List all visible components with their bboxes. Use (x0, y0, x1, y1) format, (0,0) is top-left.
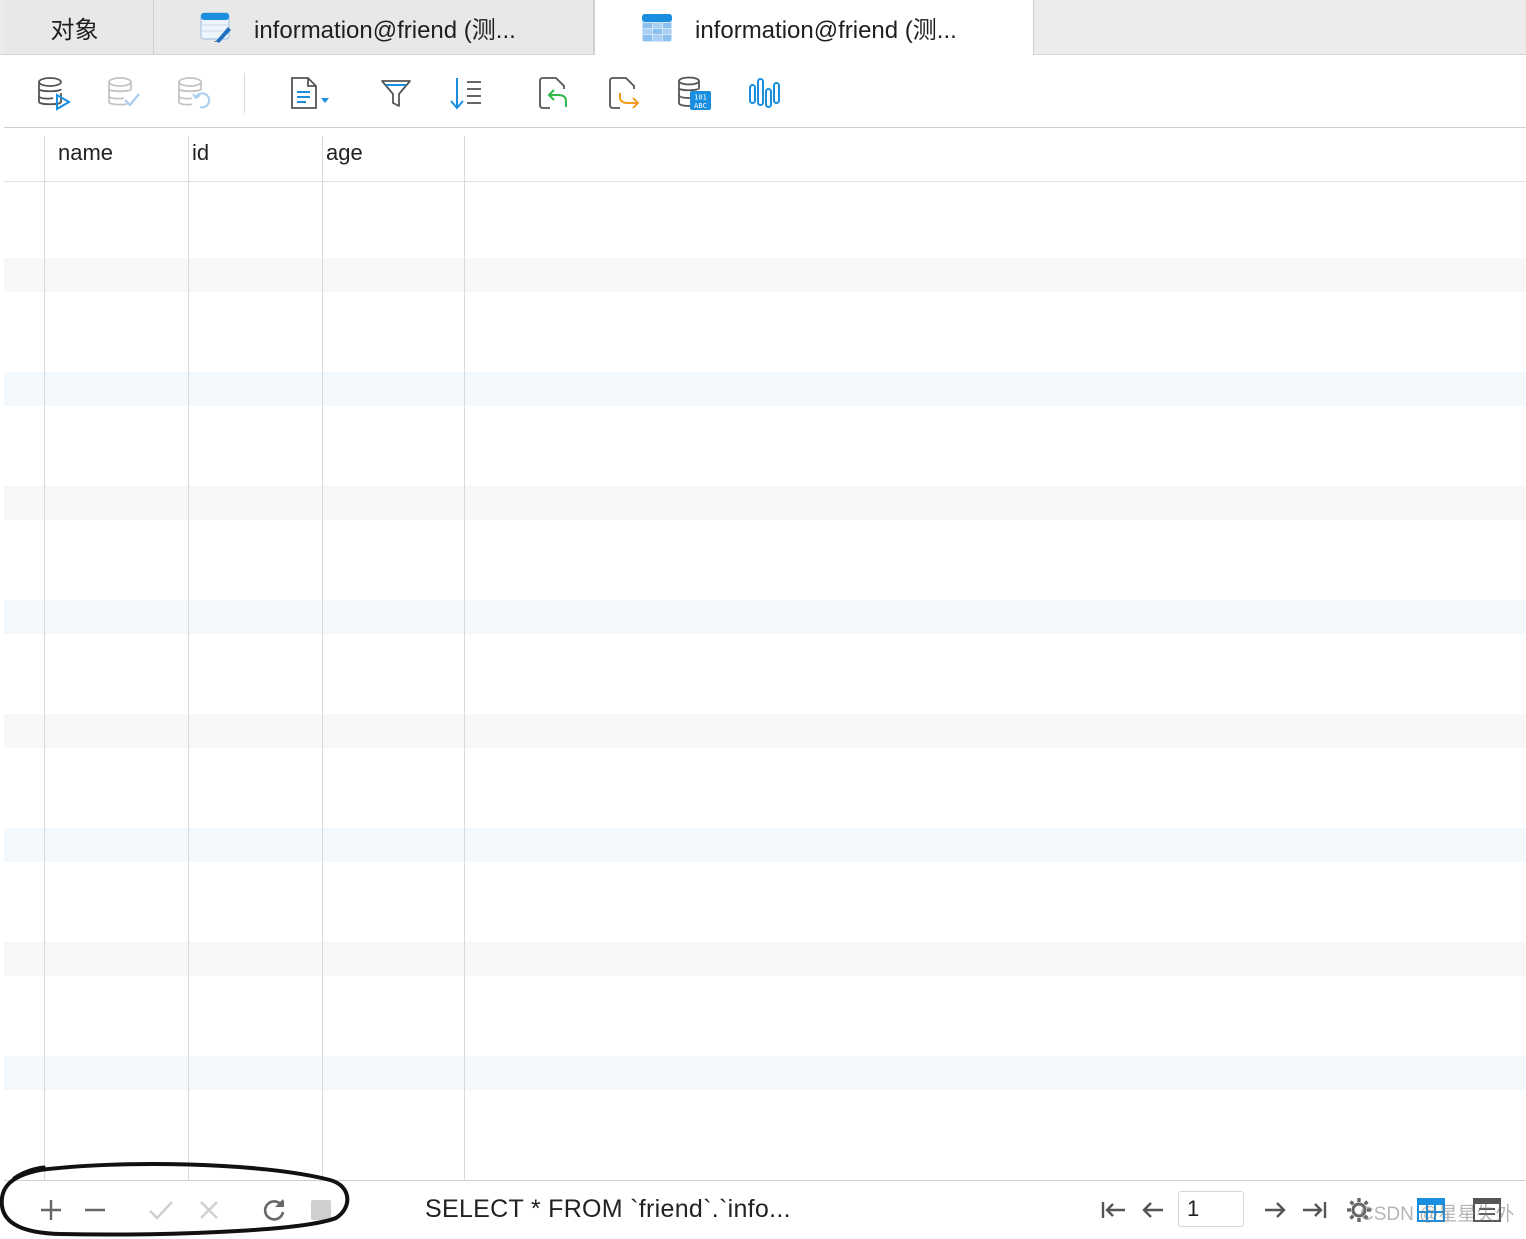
minus-icon (85, 1208, 105, 1212)
close-icon (200, 1201, 218, 1219)
tab-label: information@friend (测... (695, 17, 957, 44)
column-divider[interactable] (464, 136, 465, 1180)
next-page-button[interactable] (1260, 1195, 1290, 1225)
text-view-icon (291, 77, 329, 109)
settings-button[interactable] (1344, 1195, 1374, 1225)
column-divider[interactable] (322, 136, 323, 1180)
data-generation-icon: 101 ABC (678, 76, 711, 110)
grid-row-stripe (4, 942, 1526, 976)
previous-page-button[interactable] (1138, 1195, 1168, 1225)
tab-table-design[interactable]: information@friend (测... (154, 0, 594, 54)
import-button[interactable] (536, 75, 572, 111)
last-page-icon (1303, 1202, 1327, 1218)
grid-view-icon (1417, 1198, 1445, 1222)
data-grid[interactable]: name id age (4, 128, 1526, 1180)
refresh-button[interactable] (259, 1195, 289, 1225)
first-page-button[interactable] (1098, 1195, 1128, 1225)
column-divider[interactable] (44, 136, 45, 1180)
tab-bar: 对象 information@friend (测... information@… (0, 0, 1526, 55)
column-divider[interactable] (188, 136, 189, 1180)
arrow-left-icon (1142, 1202, 1163, 1218)
form-view-button[interactable] (1472, 1195, 1502, 1225)
grid-row-stripe (4, 486, 1526, 520)
form-view-icon (1473, 1198, 1501, 1222)
refresh-icon (263, 1199, 285, 1221)
tab-objects[interactable]: 对象 (4, 0, 154, 54)
filter-icon (381, 80, 411, 107)
gear-icon (1347, 1198, 1371, 1222)
stop-icon (311, 1200, 331, 1220)
rollback-icon (178, 77, 211, 109)
status-bar: SELECT * FROM `friend`.`info... 1 CSDN @… (4, 1180, 1526, 1239)
last-page-button[interactable] (1300, 1195, 1330, 1225)
toolbar: 101 ABC (4, 55, 1526, 128)
export-button[interactable] (606, 75, 642, 111)
rollback-button[interactable] (176, 75, 212, 111)
tab-label: information@friend (测... (254, 16, 516, 44)
profile-button[interactable] (748, 75, 784, 111)
plus-icon (41, 1200, 61, 1220)
profile-icon (749, 78, 780, 108)
discard-changes-button[interactable] (194, 1195, 224, 1225)
grid-row-stripe (4, 1056, 1526, 1090)
svg-text:101: 101 (694, 94, 707, 102)
column-header-name[interactable]: name (58, 140, 113, 166)
export-icon (609, 77, 640, 109)
arrow-right-icon (1265, 1202, 1286, 1218)
first-page-icon (1101, 1202, 1125, 1218)
column-header-id[interactable]: id (192, 140, 209, 166)
import-icon (539, 77, 567, 109)
sql-statement[interactable]: SELECT * FROM `friend`.`info... (425, 1195, 791, 1224)
grid-row-stripe (4, 828, 1526, 862)
grid-row-stripe (4, 600, 1526, 634)
filter-button[interactable] (378, 75, 414, 111)
grid-row-stripe (4, 258, 1526, 292)
table-data-icon (642, 13, 672, 42)
tab-table-data[interactable]: information@friend (测... (594, 0, 1034, 55)
check-icon (149, 1201, 173, 1220)
column-header-age[interactable]: age (326, 140, 363, 166)
commit-icon (108, 77, 140, 107)
begin-transaction-icon (38, 77, 71, 111)
toolbar-separator (244, 73, 245, 113)
delete-record-button[interactable] (80, 1195, 110, 1225)
tab-label: 对象 (50, 16, 99, 44)
tab-bar-empty-area (1034, 0, 1526, 54)
begin-transaction-button[interactable] (36, 75, 72, 111)
grid-header: name id age (4, 128, 1526, 182)
text-view-button[interactable] (288, 75, 336, 111)
stop-button[interactable] (306, 1195, 336, 1225)
grid-row-stripe (4, 372, 1526, 406)
sort-button[interactable] (448, 75, 484, 111)
grid-view-button[interactable] (1416, 1195, 1446, 1225)
grid-row-stripe (4, 714, 1526, 748)
apply-changes-button[interactable] (146, 1195, 176, 1225)
data-generation-button[interactable]: 101 ABC (676, 75, 712, 111)
sort-icon (450, 78, 481, 110)
add-record-button[interactable] (36, 1195, 66, 1225)
commit-button[interactable] (106, 75, 142, 111)
table-design-icon (200, 12, 231, 43)
svg-text:ABC: ABC (694, 102, 707, 110)
page-number-input[interactable]: 1 (1178, 1191, 1244, 1227)
